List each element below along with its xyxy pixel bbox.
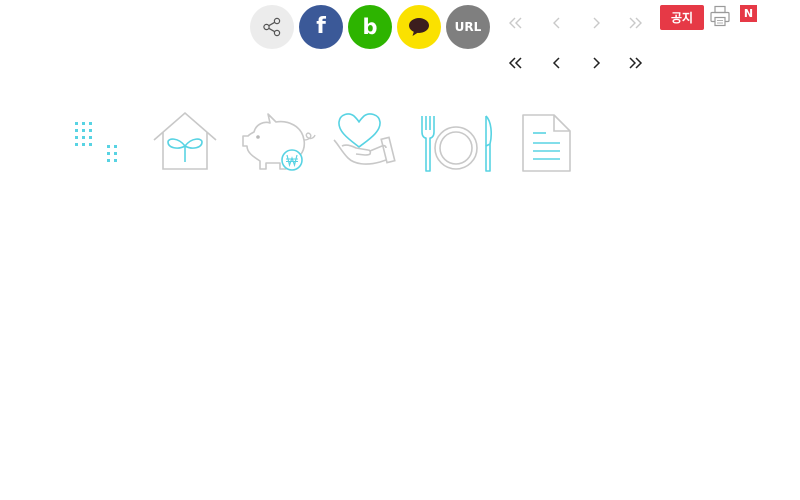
document-icon [522, 114, 571, 172]
house-sprout-category[interactable] [152, 110, 218, 172]
new-label: N [743, 7, 754, 20]
printer-icon [710, 5, 730, 27]
next-page-button[interactable] [585, 12, 607, 34]
house-sprout-icon [153, 111, 217, 170]
band-share-button[interactable]: b [348, 5, 392, 49]
copy-url-button[interactable]: URL [446, 5, 490, 49]
first-page-button[interactable] [505, 52, 527, 74]
dining-category[interactable] [418, 114, 494, 174]
first-page-icon [509, 17, 522, 29]
dots-grid-category[interactable] [72, 118, 124, 166]
url-label: URL [454, 20, 482, 34]
facebook-label: f [316, 14, 326, 39]
dots-grid-icon [75, 122, 117, 162]
prev-page-icon [553, 17, 560, 29]
hand-heart-category[interactable] [332, 110, 398, 172]
prev-page-button[interactable] [546, 52, 568, 74]
share-icon [263, 17, 281, 37]
next-page-icon [593, 57, 601, 69]
speech-bubble-icon [409, 18, 429, 36]
kakaotalk-share-button[interactable] [397, 5, 441, 49]
fork-plate-knife-icon [421, 115, 492, 172]
prev-page-button[interactable] [546, 12, 568, 34]
new-badge: N [740, 5, 757, 22]
share-button[interactable] [250, 5, 294, 49]
last-page-icon [629, 57, 643, 69]
next-page-button[interactable] [585, 52, 607, 74]
first-page-icon [508, 57, 522, 69]
last-page-button[interactable] [624, 52, 646, 74]
facebook-share-button[interactable]: f [299, 5, 343, 49]
notice-label: 공지 [670, 11, 694, 25]
hand-heart-icon [333, 113, 396, 165]
first-page-button[interactable] [505, 12, 527, 34]
document-category[interactable] [520, 113, 574, 173]
band-label: b [362, 14, 378, 39]
piggy-bank-won-icon [242, 113, 316, 171]
last-page-icon [629, 17, 642, 29]
prev-page-icon [552, 57, 560, 69]
print-button[interactable] [709, 5, 731, 27]
piggy-bank-category[interactable] [240, 110, 320, 172]
last-page-button[interactable] [624, 12, 646, 34]
next-page-icon [593, 17, 600, 29]
notice-badge: 공지 [660, 5, 704, 30]
